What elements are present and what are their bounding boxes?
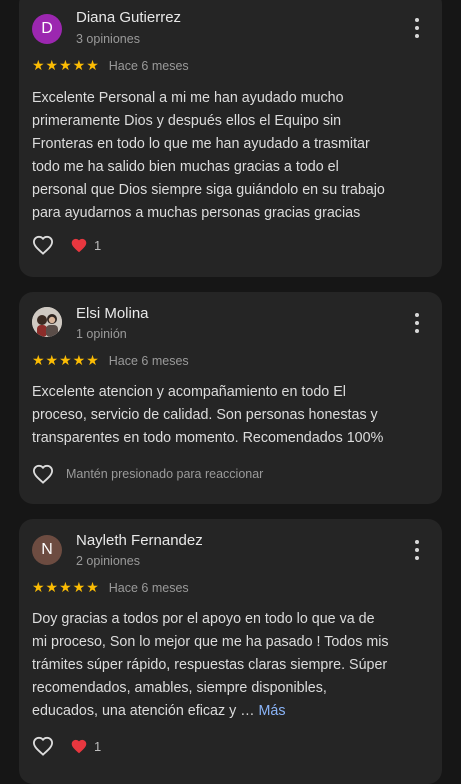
reaction-summary[interactable]: 1	[70, 237, 101, 253]
review-text: Excelente atencion y acompañamiento en t…	[32, 384, 384, 446]
more-options-icon[interactable]	[414, 18, 420, 38]
review-date: Hace 6 meses	[108, 580, 189, 595]
review-date: Hace 6 meses	[108, 353, 189, 368]
reviewer-name[interactable]: Elsi Molina	[76, 305, 149, 322]
reaction-count: 1	[94, 237, 102, 253]
review-count: 1 opinión	[76, 327, 127, 341]
review-count: 3 opiniones	[76, 32, 140, 46]
heart-reaction-icon	[71, 238, 87, 253]
reaction-bar: 1	[32, 235, 101, 255]
profile-photo-icon	[32, 307, 62, 337]
review-text-content: Doy gracias a todos por el apoyo en todo…	[32, 611, 389, 719]
more-options-icon[interactable]	[414, 313, 420, 333]
avatar[interactable]	[32, 307, 62, 337]
reaction-count: 1	[94, 738, 102, 754]
like-heart-outline-icon[interactable]	[32, 464, 54, 484]
reaction-summary[interactable]: 1	[70, 738, 101, 754]
avatar[interactable]: D	[32, 14, 62, 44]
star-rating: ★★★★★	[32, 352, 100, 368]
reviewer-name[interactable]: Diana Gutierrez	[76, 9, 181, 26]
review-date: Hace 6 meses	[108, 58, 189, 73]
rating-row: ★★★★★ Hace 6 meses	[32, 57, 189, 74]
review-card: Elsi Molina 1 opinión ★★★★★ Hace 6 meses…	[19, 292, 442, 504]
review-card: D Diana Gutierrez 3 opiniones ★★★★★ Hace…	[19, 0, 442, 277]
reaction-bar: Mantén presionado para reaccionar	[32, 464, 263, 484]
more-options-icon[interactable]	[414, 540, 420, 560]
review-count: 2 opiniones	[76, 554, 140, 568]
avatar[interactable]: N	[32, 535, 62, 565]
reaction-hint: Mantén presionado para reaccionar	[66, 467, 264, 481]
reaction-bar: 1	[32, 736, 101, 756]
review-card: N Nayleth Fernandez 2 opiniones ★★★★★ Ha…	[19, 519, 442, 784]
reviewer-name[interactable]: Nayleth Fernandez	[76, 532, 203, 549]
read-more-link[interactable]: Más	[259, 703, 286, 719]
heart-reaction-icon	[71, 739, 87, 754]
like-heart-outline-icon[interactable]	[32, 235, 54, 255]
rating-row: ★★★★★ Hace 6 meses	[32, 352, 189, 369]
review-text: Doy gracias a todos por el apoyo en todo…	[32, 608, 432, 723]
like-heart-outline-icon[interactable]	[32, 736, 54, 756]
star-rating: ★★★★★	[32, 579, 100, 595]
rating-row: ★★★★★ Hace 6 meses	[32, 579, 189, 596]
review-text: Excelente Personal a mi me han ayudado m…	[32, 90, 385, 221]
star-rating: ★★★★★	[32, 57, 100, 73]
